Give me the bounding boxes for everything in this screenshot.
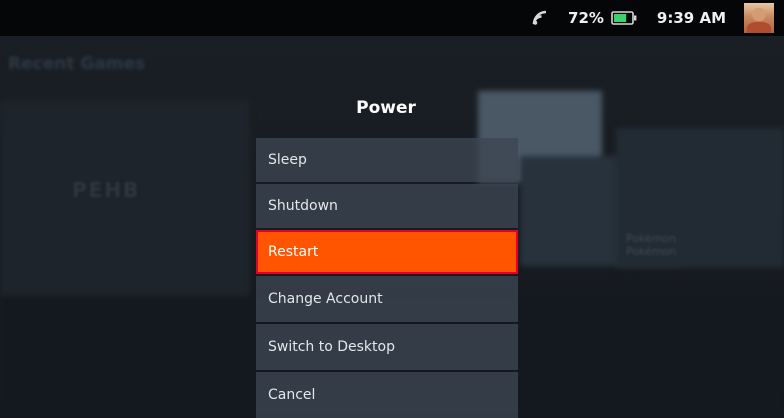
wifi-icon [532, 10, 547, 25]
sleep-button[interactable]: Sleep [256, 138, 518, 182]
change-account-button[interactable]: Change Account [256, 276, 518, 322]
status-bar: 72% 9:39 AM [0, 0, 784, 36]
restart-button[interactable]: Restart [256, 230, 518, 274]
clock: 9:39 AM [656, 9, 726, 27]
cancel-button[interactable]: Cancel [256, 372, 518, 418]
shutdown-button[interactable]: Shutdown [256, 184, 518, 228]
recent-games-heading: Recent Games [8, 54, 146, 74]
power-menu-title: Power [356, 98, 416, 118]
background-logo: РЕНВ [72, 178, 141, 202]
status-indicators: 72% 9:39 AM [532, 0, 784, 36]
power-menu: Sleep Shutdown Restart Change Account Sw… [256, 138, 518, 418]
background-caption-line: Pokémon [626, 245, 677, 258]
background-caption-line: Pokémon [626, 232, 677, 245]
user-avatar[interactable] [744, 3, 774, 33]
switch-to-desktop-button[interactable]: Switch to Desktop [256, 324, 518, 370]
background-caption: Pokémon Pokémon [626, 232, 676, 258]
steam-deck-screen: Recent Games РЕНВ Pokémon Pokémon 72% 9: [0, 0, 784, 418]
battery-icon [611, 11, 637, 25]
battery-percentage: 72% [568, 9, 604, 27]
